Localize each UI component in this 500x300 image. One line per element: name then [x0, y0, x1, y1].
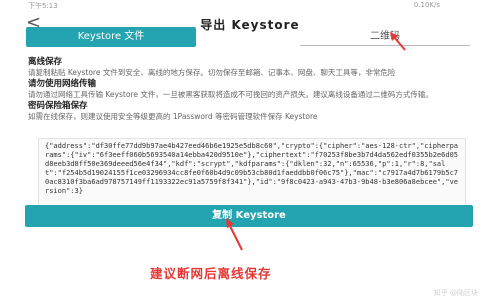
annotation-text: 建议断网后离线保存	[150, 266, 272, 281]
annotation-arrows	[226, 32, 406, 251]
watermark: 知乎 @陆区块	[433, 289, 478, 297]
arrow-to-qr-tab	[390, 32, 406, 51]
arrow-to-copy-button	[226, 218, 243, 251]
